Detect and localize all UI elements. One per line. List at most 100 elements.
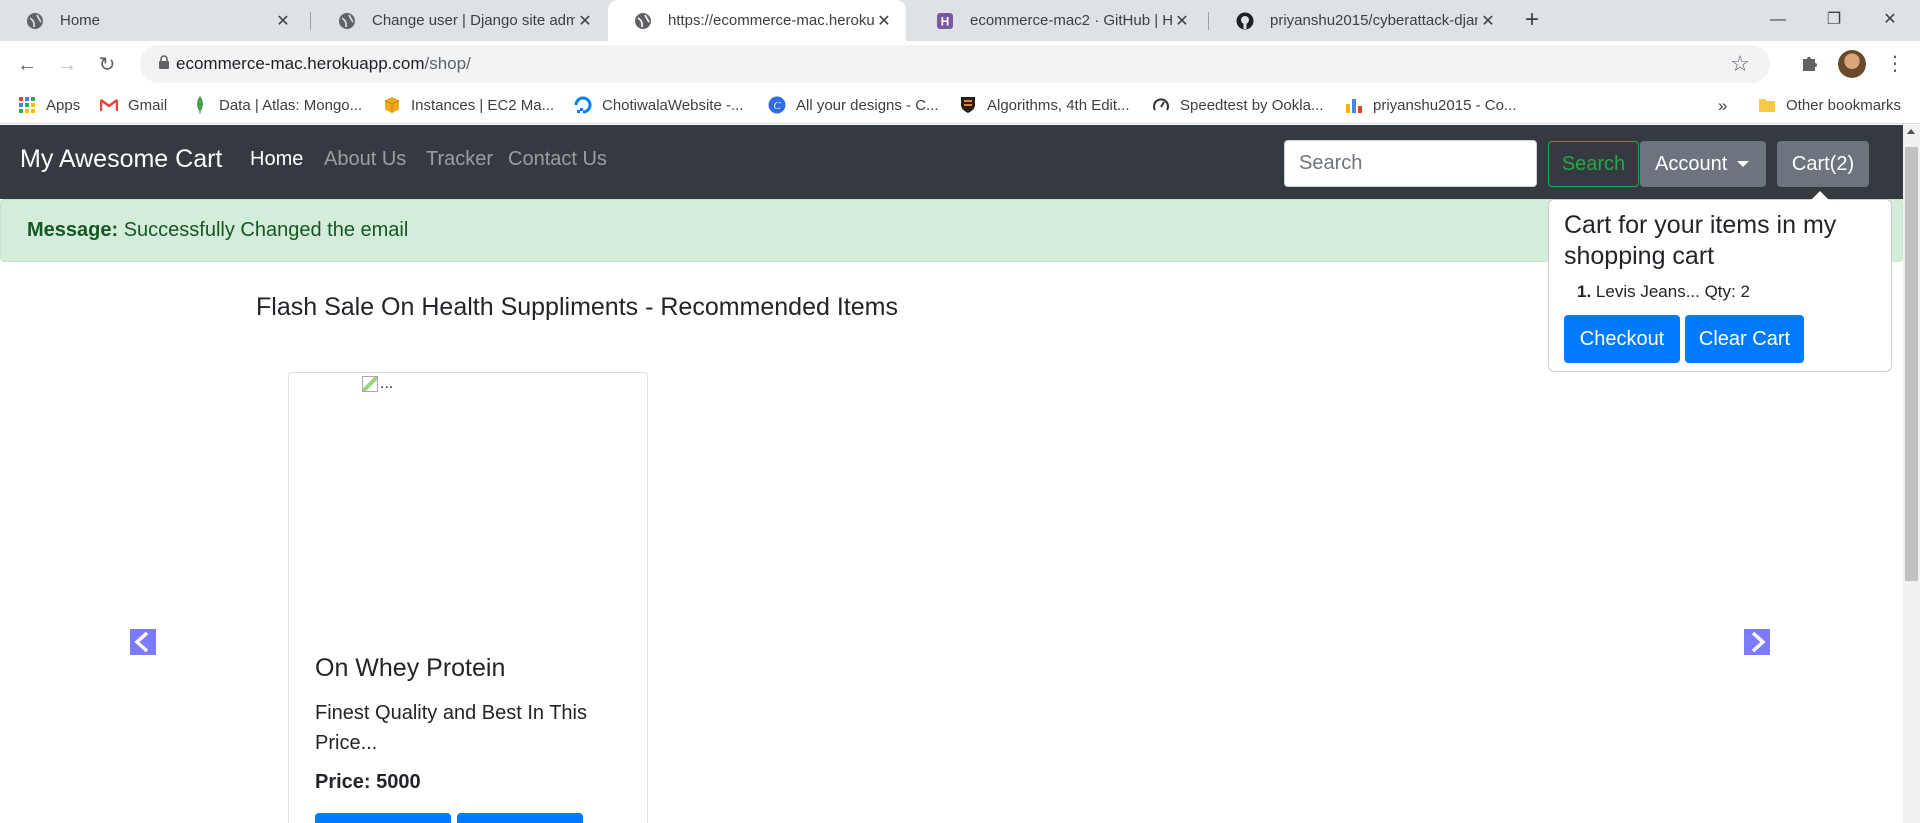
clear-cart-button[interactable]: Clear Cart xyxy=(1685,315,1804,363)
product-description: Finest Quality and Best In This Price... xyxy=(315,702,587,754)
site-navbar: My Awesome Cart Home About Us Tracker Co… xyxy=(0,125,1903,199)
tab-title: Home xyxy=(60,12,101,29)
tab-title: Change user | Django site admin xyxy=(372,12,575,29)
tab-close-icon[interactable]: ✕ xyxy=(1478,11,1498,31)
bookmark-label: ChotiwalaWebsite -... xyxy=(602,96,744,114)
browser-toolbar: ← → ↻ ecommerce-mac.herokuapp.com/shop/ … xyxy=(0,41,1920,89)
extensions-puzzle-icon[interactable] xyxy=(1800,53,1820,79)
cart-button[interactable]: Cart(2) xyxy=(1777,141,1869,187)
bookmark-gmail[interactable]: Gmail xyxy=(100,96,167,114)
bookmark-star-icon[interactable]: ☆ xyxy=(1730,51,1750,77)
tab-close-icon[interactable]: ✕ xyxy=(575,11,595,31)
svg-text:H: H xyxy=(941,14,950,28)
bookmark-speedtest[interactable]: Speedtest by Ookla... xyxy=(1152,96,1323,114)
bookmark-label: Algorithms, 4th Edit... xyxy=(987,96,1130,114)
tab-separator xyxy=(1208,12,1209,30)
profile-avatar[interactable] xyxy=(1838,50,1866,78)
checkout-button[interactable]: Checkout xyxy=(1564,315,1680,363)
tab-ecommerce-shop[interactable]: https://ecommerce-mac.herokuap ✕ xyxy=(608,0,906,41)
back-arrow-icon[interactable]: ← xyxy=(11,49,43,81)
tab-home[interactable]: Home ✕ xyxy=(0,0,305,41)
minimize-icon[interactable]: — xyxy=(1748,0,1808,41)
bookmark-priyanshu[interactable]: priyanshu2015 - Co... xyxy=(1345,96,1516,114)
cart-item: 1. Levis Jeans... Qty: 2 xyxy=(1577,282,1750,302)
site-brand[interactable]: My Awesome Cart xyxy=(20,145,222,174)
search-input[interactable]: Search xyxy=(1284,140,1537,187)
bookmarks-bar: Apps Gmail Data | Atlas: Mongo... Instan… xyxy=(0,89,1920,124)
url-host: ecommerce-mac.herokuapp.com xyxy=(176,54,425,73)
tab-heroku[interactable]: H ecommerce-mac2 · GitHub | Hero ✕ xyxy=(910,0,1204,41)
bookmark-label: priyanshu2015 - Co... xyxy=(1373,96,1517,114)
lock-icon xyxy=(158,55,172,71)
bookmark-label: Speedtest by Ookla... xyxy=(1180,96,1324,114)
nav-tracker[interactable]: Tracker xyxy=(426,148,493,171)
browser-tab-strip: Home ✕ Change user | Django site admin ✕… xyxy=(0,0,1920,41)
bookmark-label: All your designs - C... xyxy=(796,96,939,114)
scroll-up-arrow-icon[interactable] xyxy=(1907,129,1915,134)
bookmark-label: Gmail xyxy=(128,96,168,114)
restore-icon[interactable]: ❐ xyxy=(1804,0,1864,41)
bookmark-canva[interactable]: C All your designs - C... xyxy=(768,96,939,114)
popover-title: Cart for your items in my shopping cart xyxy=(1564,211,1837,270)
carousel-next-icon[interactable] xyxy=(1744,629,1770,655)
bookmark-apps[interactable]: Apps xyxy=(18,96,80,114)
forward-arrow-icon[interactable]: → xyxy=(51,49,83,81)
account-label: Account xyxy=(1655,153,1728,175)
nav-about-us[interactable]: About Us xyxy=(324,148,406,171)
scrollbar-thumb[interactable] xyxy=(1905,147,1918,581)
url-path: /shop/ xyxy=(424,54,471,73)
url-text: ecommerce-mac.herokuapp.com/shop/ xyxy=(176,54,471,74)
tab-title: https://ecommerce-mac.herokuap xyxy=(668,12,874,29)
broken-image-icon xyxy=(362,376,378,392)
tab-django-admin[interactable]: Change user | Django site admin ✕ xyxy=(312,0,607,41)
page-scrollbar[interactable] xyxy=(1903,125,1920,823)
nav-home[interactable]: Home xyxy=(250,148,303,171)
mongodb-leaf-icon xyxy=(191,96,209,114)
other-bookmarks[interactable]: Other bookmarks xyxy=(1758,96,1901,114)
globe-icon xyxy=(338,12,356,30)
bar-chart-icon xyxy=(1345,96,1363,114)
browser-menu-icon[interactable]: ⋮ xyxy=(1885,51,1905,76)
quick-view-button[interactable] xyxy=(457,813,583,823)
cart-popover: Cart for your items in my shopping cart … xyxy=(1548,191,1892,372)
product-image-alt: ... xyxy=(380,375,394,392)
folder-icon xyxy=(1758,96,1776,114)
product-card: ... On Whey Protein Finest Quality and B… xyxy=(288,372,648,823)
tab-close-icon[interactable]: ✕ xyxy=(874,11,894,31)
alert-label: Message: xyxy=(27,219,119,241)
tab-title: priyanshu2015/cyberattack-djang xyxy=(1270,12,1478,29)
gmail-icon xyxy=(100,96,118,114)
bookmark-digitalocean[interactable]: ChotiwalaWebsite -... xyxy=(574,96,743,114)
tab-close-icon[interactable]: ✕ xyxy=(273,11,293,31)
address-bar[interactable]: ecommerce-mac.herokuapp.com/shop/ ☆ xyxy=(140,45,1770,83)
bookmark-label: Data | Atlas: Mongo... xyxy=(219,96,363,114)
nav-contact-us[interactable]: Contact Us xyxy=(508,148,607,171)
add-to-cart-button[interactable] xyxy=(315,813,451,823)
bookmarks-overflow-chevron[interactable]: » xyxy=(1718,96,1727,116)
apps-grid-icon xyxy=(18,96,36,114)
new-tab-plus-icon[interactable]: + xyxy=(1518,6,1546,34)
bookmark-label: Apps xyxy=(46,96,81,114)
window-close-icon[interactable]: ✕ xyxy=(1860,0,1920,41)
web-page: My Awesome Cart Home About Us Tracker Co… xyxy=(0,125,1920,823)
account-dropdown-button[interactable]: Account xyxy=(1640,141,1766,187)
bookmark-mongodb[interactable]: Data | Atlas: Mongo... xyxy=(191,96,362,114)
globe-icon xyxy=(26,12,44,30)
product-image-broken: ... xyxy=(362,375,393,393)
reload-icon[interactable]: ↻ xyxy=(91,49,123,81)
tab-github[interactable]: priyanshu2015/cyberattack-djang ✕ xyxy=(1210,0,1510,41)
bookmark-algorithms[interactable]: Algorithms, 4th Edit... xyxy=(959,96,1130,114)
alert-text: Successfully Changed the email xyxy=(123,219,409,241)
carousel-prev-icon[interactable] xyxy=(130,629,156,655)
speedometer-icon xyxy=(1152,96,1170,114)
globe-icon xyxy=(634,12,652,30)
popover-arrow xyxy=(1811,191,1829,200)
cart-item-text: Levis Jeans... Qty: 2 xyxy=(1595,282,1750,301)
cart-item-number: 1. xyxy=(1577,282,1592,301)
tab-title: ecommerce-mac2 · GitHub | Hero xyxy=(970,12,1172,29)
bookmark-aws-ec2[interactable]: Instances | EC2 Ma... xyxy=(383,96,554,114)
section-title: Flash Sale On Health Suppliments - Recom… xyxy=(256,293,898,321)
search-button[interactable]: Search xyxy=(1548,141,1639,187)
canva-icon: C xyxy=(768,96,786,114)
tab-close-icon[interactable]: ✕ xyxy=(1172,11,1192,31)
